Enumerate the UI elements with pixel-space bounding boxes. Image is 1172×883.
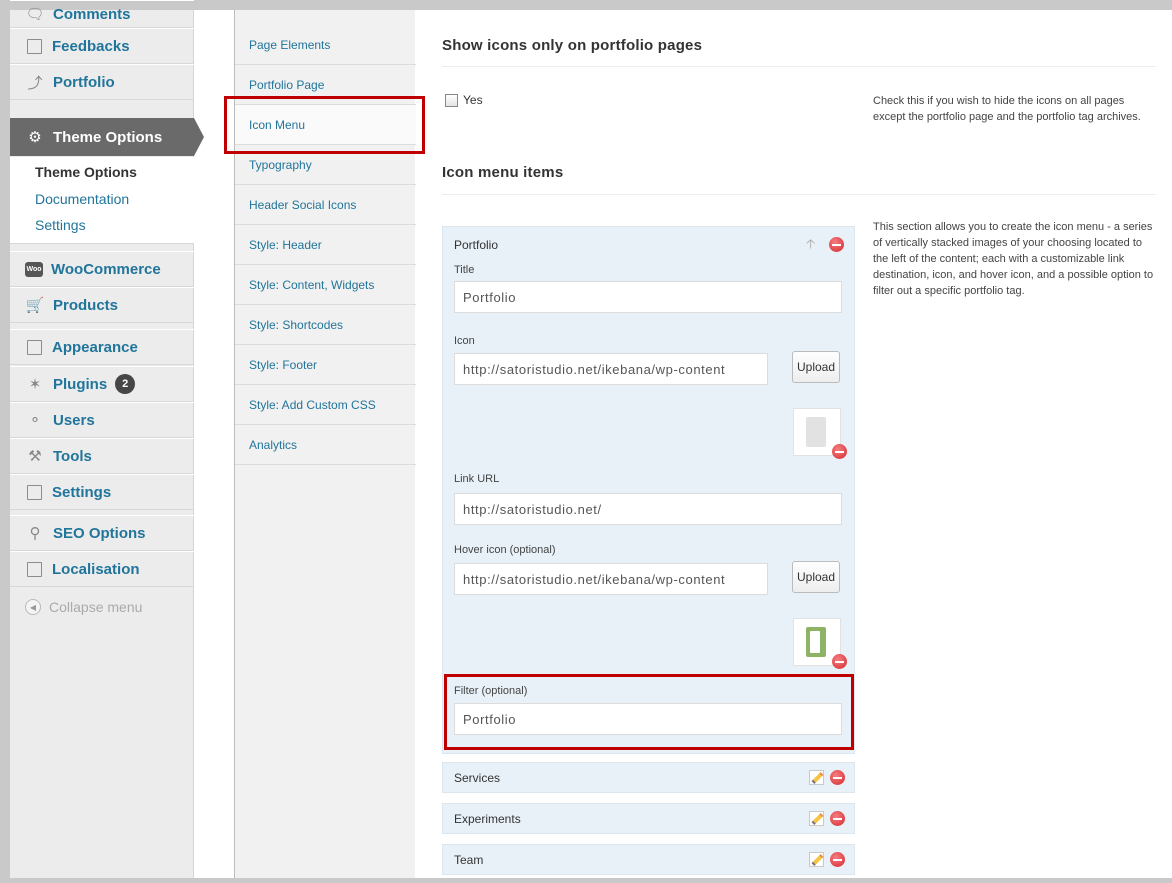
sidebar-item-products[interactable]: 🛒 Products <box>10 287 194 323</box>
search-icon: ⚲ <box>29 525 41 542</box>
show-icons-checkbox[interactable]: Yes <box>445 93 483 107</box>
remove-item-icon[interactable] <box>829 237 844 252</box>
window-left-edge <box>0 0 10 883</box>
icon-label: Icon <box>454 335 475 347</box>
edit-pencil-icon[interactable] <box>809 852 824 867</box>
title-label: Title <box>454 264 475 276</box>
cart-icon: 🛒 <box>25 297 45 314</box>
collapse-menu-label: Collapse menu <box>49 599 143 615</box>
woo-icon: Woo <box>25 261 43 277</box>
title-input[interactable]: Portfolio <box>454 281 842 313</box>
icon-menu-item-experiments[interactable]: Experiments <box>442 803 855 834</box>
options-tab-style-shortcodes[interactable]: Style: Shortcodes <box>235 305 416 345</box>
users-icon: ⚬ <box>28 412 42 429</box>
sidebar-item-label: Localisation <box>52 560 140 578</box>
options-tab-style-content-widgets[interactable]: Style: Content, Widgets <box>235 265 416 305</box>
options-tab-style-footer[interactable]: Style: Footer <box>235 345 416 385</box>
item-heading: Team <box>454 853 484 867</box>
sidebar-item-localisation[interactable]: Localisation <box>10 551 194 587</box>
sidebar-item-settings[interactable]: Settings <box>10 474 194 510</box>
sidebar-item-comments[interactable]: 🗨 Comments <box>10 0 194 28</box>
collapse-arrow-icon: ◀ <box>25 599 41 615</box>
submenu-documentation[interactable]: Documentation <box>35 191 129 207</box>
link-url-input[interactable]: http://satoristudio.net/ <box>454 493 842 525</box>
item-heading: Services <box>454 771 501 785</box>
section-divider <box>442 66 1156 67</box>
sidebar-item-label: WooCommerce <box>51 260 161 278</box>
edit-pencil-icon[interactable] <box>809 770 824 785</box>
sidebar-item-label: Settings <box>52 483 112 501</box>
sidebar-item-users[interactable]: ⚬ Users <box>10 402 194 438</box>
icon-menu-highlight <box>224 96 425 154</box>
theme-options-icon: ⚙ <box>28 129 42 146</box>
section-title-icon-menu-items: Icon menu items <box>442 164 564 181</box>
item-heading: Experiments <box>454 812 521 826</box>
options-tab-header-social-icons[interactable]: Header Social Icons <box>235 185 416 225</box>
sidebar-item-label: Theme Options <box>53 128 163 146</box>
sidebar-item-label: Tools <box>53 447 92 465</box>
sidebar-item-label: Products <box>53 296 119 314</box>
submenu-theme-options[interactable]: Theme Options <box>35 164 137 180</box>
move-up-icon[interactable]: 🡡 <box>806 235 815 257</box>
browser-frame: 🗨 Comments Feedbacks ⤴ Portfolio ⚙ Theme… <box>0 0 1172 883</box>
sidebar-item-label: SEO Options <box>53 524 146 542</box>
options-tab-style-custom-css[interactable]: Style: Add Custom CSS <box>235 385 416 425</box>
remove-item-icon[interactable] <box>830 770 845 785</box>
plugin-icon: ✶ <box>28 376 42 393</box>
localisation-icon <box>27 561 42 577</box>
options-tab-analytics[interactable]: Analytics <box>235 425 416 465</box>
submenu-settings[interactable]: Settings <box>35 217 86 233</box>
window-bottom-edge <box>0 878 1172 883</box>
hover-icon-url-input[interactable]: http://satoristudio.net/ikebana/wp-conte… <box>454 563 768 595</box>
sidebar-item-plugins[interactable]: ✶ Plugins 2 <box>10 366 194 402</box>
options-tab-page-elements[interactable]: Page Elements <box>235 25 416 65</box>
collapse-menu-button[interactable]: ◀ Collapse menu <box>25 599 142 615</box>
sidebar-item-theme-options[interactable]: ⚙ Theme Options <box>10 118 194 156</box>
sidebar-item-appearance[interactable]: Appearance <box>10 329 194 365</box>
filter-highlight <box>444 674 854 750</box>
current-menu-arrow <box>194 118 204 156</box>
hover-icon-upload-button[interactable]: Upload <box>792 561 840 593</box>
sidebar-item-label: Plugins <box>53 375 108 393</box>
checkbox-box[interactable] <box>445 93 458 107</box>
feedback-icon <box>27 38 42 54</box>
link-url-label: Link URL <box>454 473 500 485</box>
remove-item-icon[interactable] <box>830 852 845 867</box>
admin-sidebar: 🗨 Comments Feedbacks ⤴ Portfolio ⚙ Theme… <box>10 0 194 878</box>
sidebar-item-feedbacks[interactable]: Feedbacks <box>10 28 194 64</box>
icon-menu-item-team[interactable]: Team <box>442 844 855 875</box>
tools-icon: ⚒ <box>28 448 42 465</box>
remove-item-icon[interactable] <box>830 811 845 826</box>
appearance-icon <box>27 339 42 355</box>
comment-bubble-icon: 🗨 <box>25 6 45 23</box>
sidebar-item-tools[interactable]: ⚒ Tools <box>10 438 194 474</box>
sidebar-item-woocommerce[interactable]: Woo WooCommerce <box>10 251 194 287</box>
hover-icon-label: Hover icon (optional) <box>454 544 556 556</box>
sidebar-item-label: Portfolio <box>53 73 115 91</box>
icon-url-input[interactable]: http://satoristudio.net/ikebana/wp-conte… <box>454 353 768 385</box>
section-divider <box>442 194 1156 195</box>
icon-menu-description: This section allows you to create the ic… <box>873 221 1154 297</box>
plugins-update-badge: 2 <box>115 374 136 394</box>
theme-options-submenu: Theme Options Documentation Settings <box>10 157 194 244</box>
sidebar-item-portfolio[interactable]: ⤴ Portfolio <box>10 64 194 100</box>
pushpin-icon: ⤴ <box>27 74 43 92</box>
sidebar-item-label: Users <box>53 411 95 429</box>
sidebar-item-label: Comments <box>53 5 131 23</box>
icon-menu-item-services[interactable]: Services <box>442 762 855 793</box>
sidebar-item-seo-options[interactable]: ⚲ SEO Options <box>10 515 194 551</box>
show-icons-description: Check this if you wish to hide the icons… <box>873 95 1141 123</box>
sidebar-item-label: Feedbacks <box>52 37 130 55</box>
remove-icon-button[interactable] <box>832 444 847 459</box>
options-tab-style-header[interactable]: Style: Header <box>235 225 416 265</box>
sidebar-item-label: Appearance <box>52 338 138 356</box>
section-title-show-icons: Show icons only on portfolio pages <box>442 37 703 54</box>
settings-icon <box>27 484 42 500</box>
icon-upload-button[interactable]: Upload <box>792 351 840 383</box>
remove-hover-icon-button[interactable] <box>832 654 847 669</box>
item-heading[interactable]: Portfolio <box>454 238 498 252</box>
edit-pencil-icon[interactable] <box>809 811 824 826</box>
checkbox-label: Yes <box>463 93 483 107</box>
